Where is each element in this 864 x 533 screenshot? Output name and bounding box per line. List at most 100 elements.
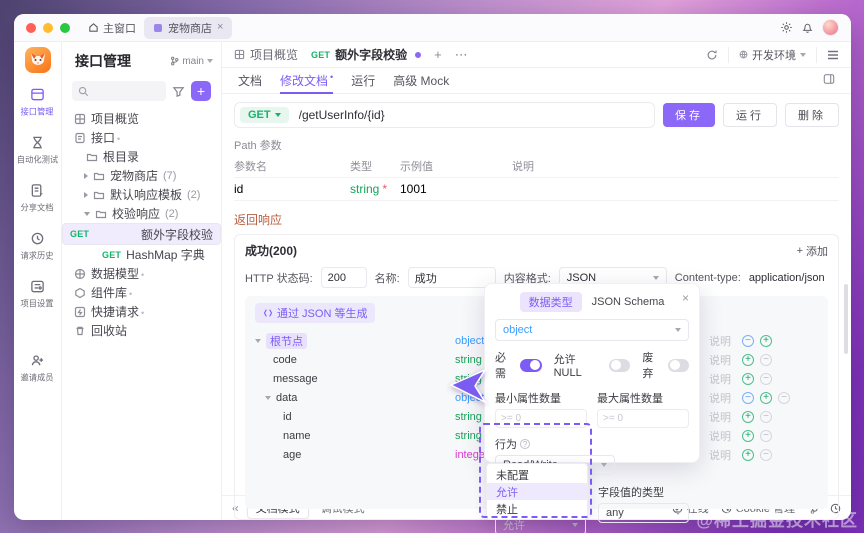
col-header-type: 类型 — [350, 158, 400, 174]
tree-item-data-model[interactable]: 数据模型 — [62, 264, 221, 283]
add-sibling-icon[interactable] — [742, 373, 754, 385]
remove-node-icon[interactable] — [760, 430, 772, 442]
response-name-input[interactable] — [408, 267, 496, 288]
rail-item-project-settings[interactable]: 项目设置 — [19, 279, 55, 310]
add-api-button[interactable] — [191, 81, 211, 101]
popup-tab-datatype[interactable]: 数据类型 — [520, 292, 582, 312]
tree-item-validate-group[interactable]: 校验响应 (2) — [62, 204, 221, 223]
home-window-button[interactable]: 主窗口 — [88, 20, 136, 36]
tree-item-pet-store[interactable]: 宠物商店 (7) — [62, 166, 221, 185]
param-name: id — [234, 182, 350, 196]
required-toggle[interactable] — [520, 359, 541, 372]
new-tab-button[interactable] — [434, 47, 442, 62]
remove-node-icon[interactable] — [760, 411, 772, 423]
tree-label: 根目录 — [103, 148, 139, 165]
remove-node-icon[interactable] — [742, 392, 754, 404]
null-toggle[interactable] — [609, 359, 630, 372]
collapse-caret-icon[interactable] — [265, 396, 271, 400]
panel-toggle-icon[interactable] — [823, 73, 835, 88]
more-tabs-icon[interactable] — [455, 47, 468, 63]
tree-item-default-template[interactable]: 默认响应模板 (2) — [62, 185, 221, 204]
min-props-input[interactable] — [495, 409, 587, 428]
method-badge: GET — [311, 50, 330, 60]
add-response-button[interactable]: 添加 — [797, 243, 828, 259]
value-type-select[interactable]: any — [598, 503, 689, 523]
run-button[interactable]: 运行 — [723, 103, 777, 127]
param-row[interactable]: id string* 1001 — [234, 178, 839, 201]
add-sibling-icon[interactable] — [742, 430, 754, 442]
deprecated-toggle[interactable] — [668, 359, 689, 372]
tab-run[interactable]: 运行 — [351, 68, 375, 94]
filter-icon[interactable] — [172, 85, 185, 98]
node-name: message — [273, 373, 318, 385]
rail-item-invite[interactable]: 邀请成员 — [19, 353, 55, 384]
http-status-input[interactable] — [321, 267, 367, 288]
option-forbid[interactable]: 禁止 — [487, 500, 587, 517]
remove-node-icon[interactable] — [778, 392, 790, 404]
tab-edit-doc[interactable]: 修改文档 — [280, 68, 333, 94]
tree-item-quick-request[interactable]: 快捷请求 — [62, 302, 221, 321]
close-popup-icon[interactable]: × — [682, 291, 689, 305]
project-window-tab[interactable]: 宠物商店 × — [144, 17, 232, 39]
close-tab-icon[interactable]: × — [217, 22, 223, 33]
required-toggle-label: 必需 — [495, 349, 516, 381]
add-child-icon[interactable] — [760, 335, 772, 347]
max-props-input[interactable] — [597, 409, 689, 428]
tree-item-extra-field-api[interactable]: GET 额外字段校验 — [62, 223, 221, 245]
share-doc-icon — [30, 183, 45, 198]
refresh-icon[interactable] — [706, 49, 718, 61]
branch-selector[interactable]: main — [170, 56, 213, 67]
tab-project-overview[interactable]: 项目概览 — [234, 46, 298, 63]
tree-item-components[interactable]: 组件库 — [62, 283, 221, 302]
save-button[interactable]: 保存 — [663, 103, 715, 127]
minimize-window-button[interactable] — [43, 23, 53, 33]
rail-item-share-doc[interactable]: 分享文档 — [19, 183, 55, 214]
add-child-icon[interactable] — [760, 392, 772, 404]
environment-selector[interactable]: 开发环境 — [728, 47, 817, 63]
doc-tabs-row: 文档 修改文档 运行 高级 Mock — [222, 68, 851, 94]
method-select[interactable]: GET — [240, 107, 289, 123]
min-props-label: 最小属性数量 — [495, 390, 587, 406]
tree-item-api-group[interactable]: 接口 — [62, 128, 221, 147]
generate-from-json-button[interactable]: 通过 JSON 等生成 — [255, 303, 375, 323]
option-not-configured[interactable]: 未配置 — [487, 466, 587, 483]
close-window-button[interactable] — [26, 23, 36, 33]
tree-item-root-dir[interactable]: 根目录 — [62, 147, 221, 166]
remove-node-icon[interactable] — [760, 354, 772, 366]
remove-node-icon[interactable] — [742, 335, 754, 347]
delete-button[interactable]: 删除 — [785, 103, 839, 127]
scrollbar-thumb[interactable] — [844, 284, 848, 354]
zoom-window-button[interactable] — [60, 23, 70, 33]
tab-advanced-mock[interactable]: 高级 Mock — [393, 68, 449, 94]
tree-item-trash[interactable]: 回收站 — [62, 321, 221, 340]
tree-item-overview[interactable]: 项目概览 — [62, 109, 221, 128]
settings-gear-icon[interactable] — [780, 21, 793, 34]
search-input[interactable] — [72, 81, 166, 101]
tab-doc[interactable]: 文档 — [238, 68, 262, 94]
tab-label: 项目概览 — [250, 46, 298, 63]
user-avatar[interactable] — [822, 19, 839, 36]
add-sibling-icon[interactable] — [742, 449, 754, 461]
add-sibling-icon[interactable] — [742, 354, 754, 366]
rail-item-auto-test[interactable]: 自动化测试 — [15, 135, 60, 166]
add-sibling-icon[interactable] — [742, 411, 754, 423]
tree-item-hashmap-api[interactable]: GET HashMap 字典 — [62, 245, 221, 264]
path-input[interactable] — [299, 108, 649, 122]
tab-current-api[interactable]: GET 额外字段校验 — [311, 46, 421, 63]
option-allow[interactable]: 允许 — [487, 483, 587, 500]
collapse-caret-icon[interactable] — [255, 339, 261, 343]
home-icon — [88, 22, 99, 33]
remove-node-icon[interactable] — [760, 373, 772, 385]
popup-tab-jsonschema[interactable]: JSON Schema — [592, 296, 665, 308]
menu-icon[interactable] — [827, 50, 839, 60]
rail-item-api-manage[interactable]: 接口管理 — [19, 87, 55, 118]
branch-icon — [170, 56, 179, 66]
item-count: (7) — [163, 170, 176, 182]
rail-item-history[interactable]: 请求历史 — [19, 231, 55, 262]
type-select[interactable]: object — [495, 319, 689, 341]
app-logo[interactable] — [25, 47, 51, 73]
notifications-bell-icon[interactable] — [801, 21, 814, 34]
remove-node-icon[interactable] — [760, 449, 772, 461]
chevron-down-icon — [84, 212, 90, 216]
api-doc-icon — [74, 132, 86, 144]
